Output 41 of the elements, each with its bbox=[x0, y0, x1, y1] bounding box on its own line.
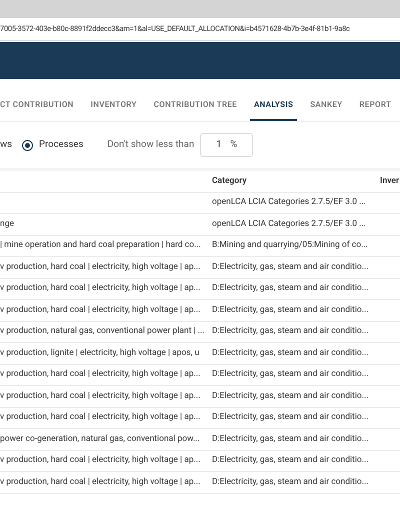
process-name: v production, hard coal | electricity, high voltage | ap... bbox=[0, 369, 200, 380]
processes-radio[interactable] bbox=[22, 140, 34, 150]
process-name: v production, hard coal | electricity, high voltage | ap... bbox=[0, 262, 200, 272]
radio-label: ws bbox=[0, 138, 12, 152]
tab[interactable]: INVENTORY bbox=[90, 99, 137, 121]
category-cell: D:Electricity, gas, steam and air conditio... bbox=[212, 369, 368, 380]
category-cell: openLCA LCIA Categories 2.7.5/EF 3.0 ... bbox=[212, 197, 366, 208]
category-cell: D:Electricity, gas, steam and air conditio... bbox=[212, 348, 368, 358]
percent-unit: % bbox=[230, 138, 238, 152]
process-name: v production, hard coal | electricity, high voltage | ap... bbox=[0, 412, 200, 422]
tab[interactable]: SANKEY bbox=[310, 99, 342, 121]
category-cell: D:Electricity, gas, steam and air conditio... bbox=[212, 455, 368, 466]
category-cell: D:Electricity, gas, steam and air conditio... bbox=[212, 304, 368, 315]
process-name: power co-generation, natural gas, conventional pow... bbox=[0, 434, 200, 444]
threshold-field[interactable]: 1 % bbox=[200, 133, 254, 157]
threshold-label: Don't show less than bbox=[107, 138, 194, 152]
category-cell: D:Electricity, gas, steam and air conditio... bbox=[212, 412, 368, 422]
tab[interactable]: CT CONTRIBUTION bbox=[0, 99, 74, 121]
process-name: | mine operation and hard coal preparation | hard co... bbox=[0, 240, 201, 250]
column-header: Inver bbox=[380, 174, 400, 188]
process-name: v production, lignite | electricity, high voltage | apos, u bbox=[0, 348, 200, 358]
category-cell: D:Electricity, gas, steam and air conditio... bbox=[212, 390, 368, 401]
category-cell: D:Electricity, gas, steam and air conditio... bbox=[212, 326, 368, 336]
process-name: v production, hard coal | electricity, high voltage | ap... bbox=[0, 304, 200, 315]
process-name: v production, hard coal | electricity, high voltage | ap... bbox=[0, 283, 200, 294]
category-cell: B:Mining and quarrying/05:Mining of co... bbox=[212, 240, 368, 250]
category-cell: openLCA LCIA Categories 2.7.5/EF 3.0 ... bbox=[212, 218, 366, 229]
radio-label: Processes bbox=[39, 138, 84, 152]
process-name: nge bbox=[0, 218, 14, 229]
process-name: v production, natural gas, conventional power plant | ... bbox=[0, 326, 205, 336]
category-cell: D:Electricity, gas, steam and air conditio... bbox=[212, 262, 368, 272]
tab[interactable]: CONTRIBUTION TREE bbox=[154, 99, 237, 121]
category-cell: D:Electricity, gas, steam and air conditio... bbox=[212, 283, 368, 294]
category-cell: D:Electricity, gas, steam and air conditio... bbox=[212, 476, 368, 487]
category-cell: D:Electricity, gas, steam and air conditio... bbox=[212, 434, 368, 444]
process-name: v production, hard coal | electricity, high voltage | ap... bbox=[0, 390, 200, 401]
process-name: v production, hard coal | electricity, high voltage | ap... bbox=[0, 476, 200, 487]
threshold-value: 1 bbox=[216, 138, 222, 152]
process-name: v production, hard coal | electricity, high voltage | ap... bbox=[0, 455, 200, 466]
column-header: Category bbox=[212, 176, 247, 186]
tab[interactable]: REPORT bbox=[359, 99, 392, 121]
